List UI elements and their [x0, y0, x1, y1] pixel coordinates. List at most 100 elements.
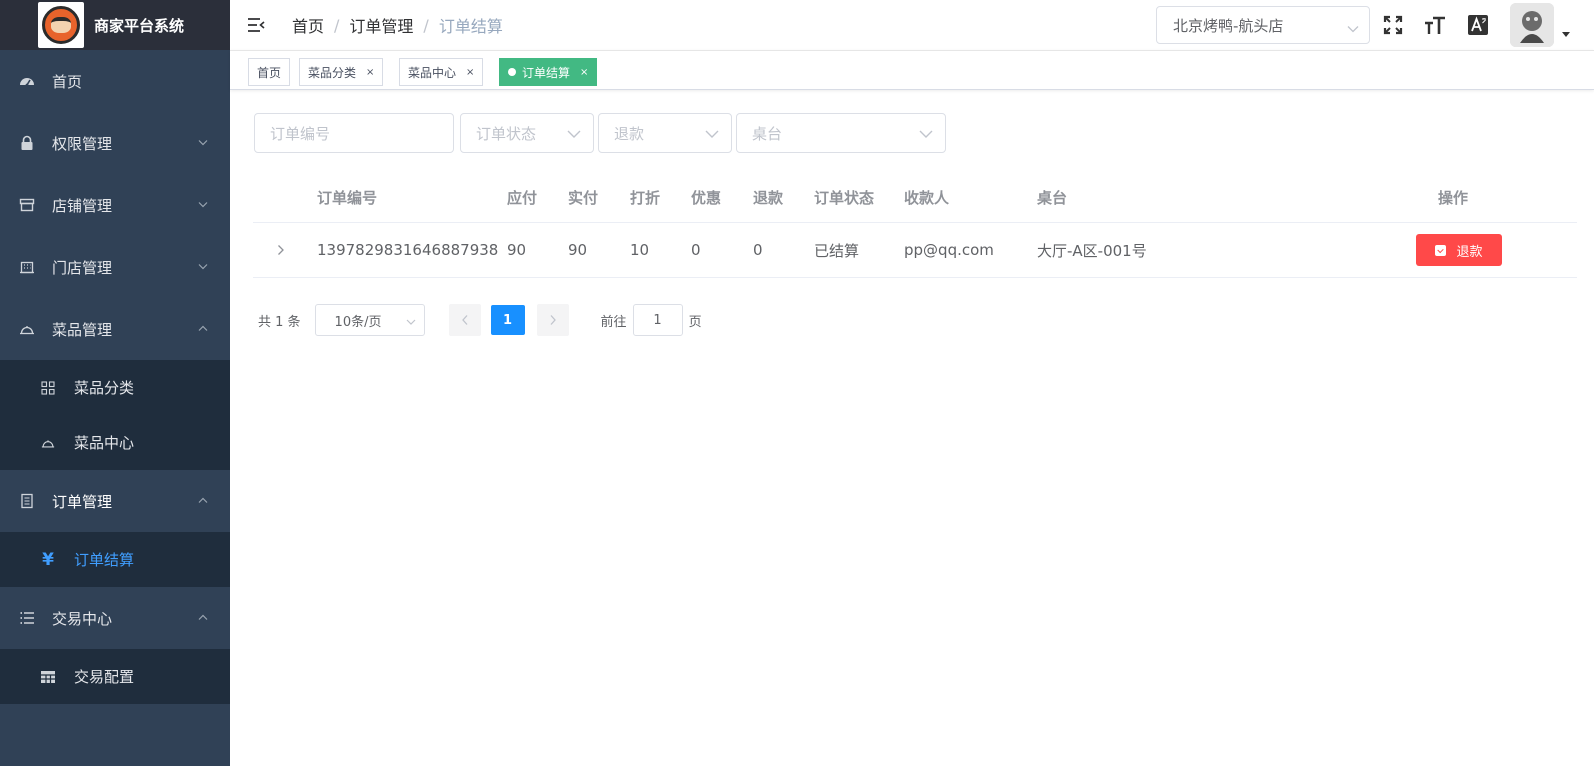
tag-label: 订单结算 — [522, 65, 571, 80]
column-header: 打折 — [630, 189, 661, 207]
column-header: 订单状态 — [814, 189, 875, 207]
column-header: 操作 — [1438, 189, 1469, 207]
expand-chevron-icon[interactable] — [277, 223, 285, 277]
yen-icon: ¥ — [42, 549, 54, 570]
chevron-down-icon — [406, 315, 416, 330]
refund-placeholder: 退款 — [614, 124, 645, 143]
sidebar-item-label: 订单管理 — [52, 492, 113, 511]
sidebar-item-trade-config[interactable]: 交易配置 — [0, 649, 230, 704]
dish-icon — [40, 435, 56, 451]
store-select[interactable]: 北京烤鸭-航头店 — [1156, 6, 1370, 44]
shop-icon — [18, 196, 36, 214]
chevron-down-icon — [567, 125, 581, 143]
column-header: 桌台 — [1037, 189, 1068, 207]
column-header: 订单编号 — [317, 189, 378, 207]
page-suffix: 页 — [688, 314, 702, 330]
lock-icon — [18, 134, 36, 152]
cell-payable: 90 — [507, 241, 527, 259]
document-icon — [18, 492, 36, 510]
close-icon[interactable]: × — [580, 67, 588, 78]
table-icon — [40, 669, 56, 685]
close-icon[interactable]: × — [466, 67, 474, 78]
column-header: 退款 — [753, 189, 784, 207]
order-status-select[interactable]: 订单状态 — [460, 113, 594, 153]
tag-dish-category[interactable]: 菜品分类 × — [299, 58, 384, 86]
breadcrumb-order-management[interactable]: 订单管理 — [349, 13, 413, 37]
font-size-icon[interactable] — [1424, 14, 1446, 36]
cell-discount: 10 — [630, 241, 650, 259]
refund-select[interactable]: 退款 — [598, 113, 732, 153]
chevron-down-icon — [198, 138, 208, 149]
cell-refund: 0 — [753, 241, 763, 259]
order-table: 订单编号 应付 实付 打折 优惠 退款 订单状态 收款人 桌台 操作 13978… — [253, 173, 1577, 278]
tag-order-settlement[interactable]: 订单结算 × — [499, 58, 598, 86]
table-header: 订单编号 应付 实付 打折 优惠 退款 订单状态 收款人 桌台 操作 — [253, 173, 1577, 223]
dashboard-icon — [18, 72, 36, 90]
order-status-placeholder: 订单状态 — [476, 124, 537, 143]
tags-view: 首页 菜品分类 × 菜品中心 × 订单结算 × — [230, 50, 1594, 90]
table-select[interactable]: 桌台 — [736, 113, 946, 153]
page-size-value: 10条/页 — [334, 314, 382, 330]
sidebar-item-label: 菜品管理 — [52, 320, 113, 339]
chevron-up-icon — [198, 496, 208, 507]
sidebar-item-permission[interactable]: 权限管理 — [0, 112, 230, 174]
prev-page-button[interactable] — [448, 304, 481, 336]
sidebar-item-label: 门店管理 — [52, 258, 113, 277]
breadcrumb-home[interactable]: 首页 — [292, 13, 324, 37]
tag-label: 菜品分类 — [308, 65, 357, 80]
pagination: 共 1 条 10条/页 1 前往 1 页 — [258, 304, 702, 336]
logo-image — [38, 2, 84, 48]
hamburger-icon[interactable] — [246, 15, 266, 35]
sidebar-item-shop[interactable]: 店铺管理 — [0, 174, 230, 236]
chevron-down-icon — [198, 200, 208, 211]
table-placeholder: 桌台 — [752, 124, 783, 143]
chevron-down-icon — [705, 125, 719, 143]
dish-icon — [18, 320, 36, 338]
sidebar-item-dish-category[interactable]: 菜品分类 — [0, 360, 230, 415]
sidebar-item-order-settlement[interactable]: ¥ 订单结算 — [0, 532, 230, 587]
chevron-up-icon — [198, 324, 208, 335]
fullscreen-icon[interactable] — [1382, 14, 1404, 36]
sidebar-item-trade[interactable]: 交易中心 — [0, 587, 230, 649]
sidebar-item-label: 菜品分类 — [74, 379, 135, 397]
next-page-button[interactable] — [536, 304, 569, 336]
cell-paid: 90 — [568, 241, 588, 259]
tag-dish-center[interactable]: 菜品中心 × — [399, 58, 484, 86]
sidebar-item-home[interactable]: 首页 — [0, 50, 230, 112]
goto-page-input[interactable]: 1 — [632, 304, 683, 336]
page-number-button[interactable]: 1 — [490, 305, 525, 335]
refund-button-label: 退款 — [1456, 244, 1483, 260]
column-header: 应付 — [507, 189, 538, 207]
sidebar-item-label: 菜品中心 — [74, 434, 135, 452]
sidebar-item-label: 订单结算 — [74, 551, 135, 569]
caret-down-icon[interactable] — [1562, 32, 1570, 37]
close-icon[interactable]: × — [366, 67, 374, 78]
chevron-down-icon — [198, 262, 208, 273]
list-icon — [18, 609, 36, 627]
sidebar-item-dish-center[interactable]: 菜品中心 — [0, 415, 230, 470]
order-no-placeholder: 订单编号 — [270, 124, 331, 143]
breadcrumb-separator: / — [423, 15, 429, 35]
tag-home[interactable]: 首页 — [248, 58, 291, 86]
pagination-total: 共 1 条 — [258, 314, 301, 330]
column-header: 收款人 — [904, 189, 950, 207]
building-icon — [18, 258, 36, 276]
logo[interactable]: 商家平台系统 — [0, 0, 230, 50]
column-header: 实付 — [568, 189, 599, 207]
breadcrumb-separator: / — [334, 15, 340, 35]
translate-icon[interactable] — [1467, 14, 1489, 36]
order-no-input[interactable]: 订单编号 — [254, 113, 454, 153]
table-row[interactable]: 1397829831646887938 90 90 10 0 0 已结算 pp@… — [253, 223, 1577, 278]
cell-order-no: 1397829831646887938 — [317, 241, 499, 259]
sidebar-item-dish[interactable]: 菜品管理 — [0, 298, 230, 360]
cell-coupon: 0 — [691, 241, 701, 259]
sidebar-item-label: 交易配置 — [74, 668, 135, 686]
sidebar-item-label: 店铺管理 — [52, 196, 113, 215]
sidebar-item-order[interactable]: 订单管理 — [0, 470, 230, 532]
avatar[interactable] — [1510, 3, 1554, 47]
sidebar-item-label: 首页 — [52, 72, 83, 91]
sidebar-item-label: 交易中心 — [52, 609, 113, 628]
page-size-select[interactable]: 10条/页 — [314, 304, 425, 336]
refund-button[interactable]: 退款 — [1416, 234, 1502, 266]
sidebar-item-store[interactable]: 门店管理 — [0, 236, 230, 298]
